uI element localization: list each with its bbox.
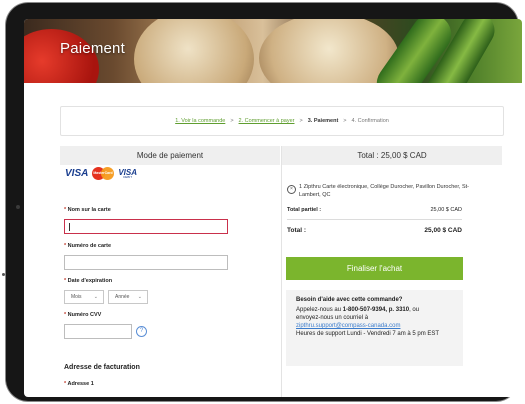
help-icon[interactable]: ?	[136, 326, 147, 337]
visa-logo: VISA	[65, 168, 89, 179]
side-button	[2, 273, 5, 276]
camera-dot	[16, 205, 20, 209]
help-box: Besoin d'aide avec cette commande? Appel…	[286, 290, 463, 366]
chevron-down-icon: ⌄	[137, 294, 142, 300]
order-item: × 1 Zipthru Carte électronique, Collège …	[287, 183, 479, 199]
breadcrumb-separator: >	[299, 118, 303, 124]
header-banner: Paiement	[24, 19, 522, 83]
expiry-year-select[interactable]: Année ⌄	[108, 290, 148, 304]
breadcrumb-step-1[interactable]: 1. Voir la commande	[175, 118, 225, 124]
chevron-down-icon: ⌄	[93, 294, 98, 300]
column-divider	[281, 146, 282, 397]
card-number-label: * Numéro de carte	[64, 243, 112, 249]
help-title: Besoin d'aide avec cette commande?	[296, 297, 403, 303]
tablet-frame: Paiement 1. Voir la commande > 2. Commen…	[2, 3, 522, 401]
help-email-line: envoyez-nous un courriel à	[296, 315, 369, 321]
cvv-input[interactable]	[64, 324, 132, 339]
order-total-heading: Total : 25,00 $ CAD	[282, 146, 502, 165]
name-on-card-label: * Nom sur la carte	[64, 207, 111, 213]
help-phone-line: Appelez-nous au 1-800-507-9394, p. 3310,…	[296, 307, 420, 313]
page-title: Paiement	[60, 40, 125, 57]
total-row: Total : 25,00 $ CAD	[287, 227, 462, 234]
screen: Paiement 1. Voir la commande > 2. Commen…	[24, 19, 522, 397]
subtotal-row: Total partiel : 25,00 $ CAD	[287, 207, 462, 213]
text-caret	[69, 223, 70, 231]
potato-image	[134, 19, 254, 83]
support-phone: 1-800-507-9394, p. 3310	[342, 307, 410, 313]
billing-address-title: Adresse de facturation	[64, 364, 140, 371]
divider	[287, 219, 462, 220]
breadcrumb-separator: >	[230, 118, 234, 124]
breadcrumb-separator: >	[343, 118, 347, 124]
expiry-month-select[interactable]: Mois ⌄	[64, 290, 104, 304]
card-logos: VISA MasterCard VISA DEBIT	[65, 167, 137, 180]
support-hours: Heures de support Lundi - Vendredi 7 am …	[296, 331, 440, 337]
expiry-date-label: * Date d'expiration	[64, 278, 113, 284]
finalize-purchase-button[interactable]: Finaliser l'achat	[286, 257, 463, 280]
breadcrumb-step-4: 4. Confirmation	[351, 118, 389, 124]
address-1-label: * Adresse 1	[64, 381, 94, 387]
remove-item-icon[interactable]: ×	[287, 185, 296, 194]
cvv-label: * Numéro CVV	[64, 312, 102, 318]
breadcrumb-step-3: 3. Paiement	[307, 118, 339, 124]
support-email-link[interactable]: zipthru.support@compass-canada.com	[296, 322, 453, 330]
breadcrumb-step-2[interactable]: 2. Commencer à payer	[239, 118, 295, 124]
payment-method-heading: Mode de paiement	[60, 146, 280, 165]
breadcrumb: 1. Voir la commande > 2. Commencer à pay…	[60, 106, 504, 136]
card-number-input[interactable]	[64, 255, 228, 270]
visa-debit-logo: VISA DEBIT	[118, 167, 138, 179]
mastercard-logo: MasterCard	[92, 167, 115, 180]
name-on-card-input[interactable]	[64, 219, 228, 234]
